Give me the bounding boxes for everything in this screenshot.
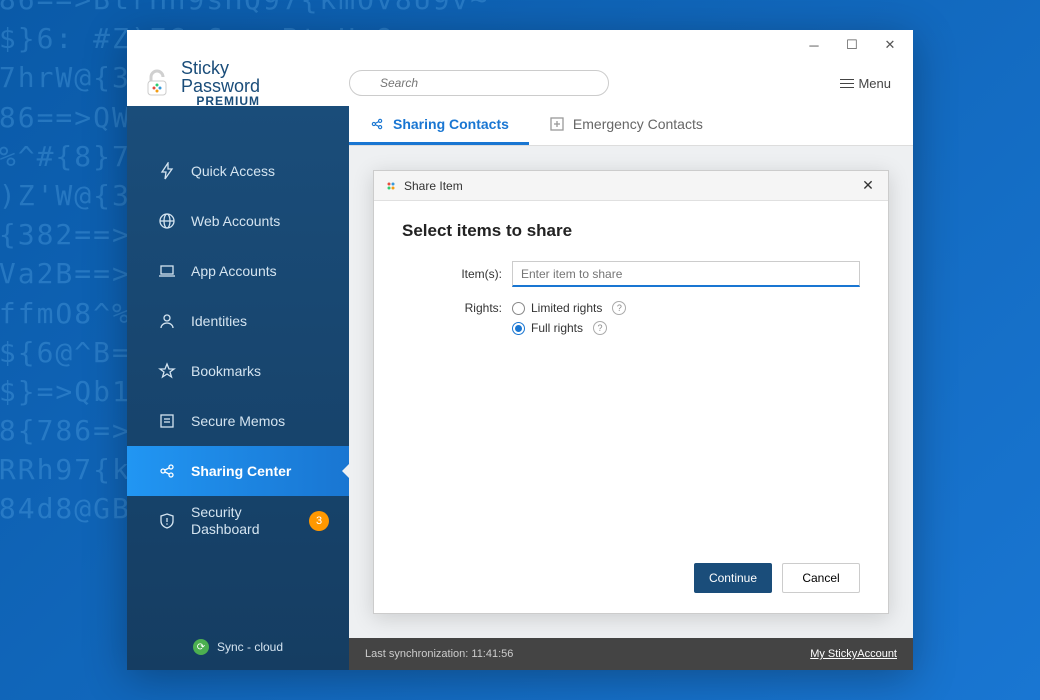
tab-label: Sharing Contacts: [393, 116, 509, 132]
share-icon: [157, 461, 177, 481]
help-icon[interactable]: ?: [593, 321, 607, 335]
tab-label: Emergency Contacts: [573, 116, 703, 132]
app-icon: [384, 179, 398, 193]
dialog-heading: Select items to share: [402, 221, 860, 241]
plus-box-icon: [549, 116, 565, 132]
lightning-icon: [157, 161, 177, 181]
logo-text-2: Password: [181, 77, 260, 95]
dialog-title-text: Share Item: [404, 179, 463, 193]
sidebar-item-security-dashboard[interactable]: Security Dashboard 3: [127, 496, 349, 546]
sidebar-item-identities[interactable]: Identities: [127, 296, 349, 346]
cancel-button[interactable]: Cancel: [782, 563, 860, 593]
sync-status[interactable]: ⟳ Sync - cloud: [127, 624, 349, 670]
items-input[interactable]: [512, 261, 860, 287]
radio-label: Full rights: [531, 321, 583, 335]
sync-label: Sync - cloud: [217, 640, 283, 654]
badge: 3: [309, 511, 329, 531]
maximize-button[interactable]: ☐: [837, 35, 867, 55]
close-button[interactable]: ✕: [875, 35, 905, 55]
menu-button[interactable]: Menu: [834, 72, 897, 95]
sidebar-item-web-accounts[interactable]: Web Accounts: [127, 196, 349, 246]
tabs: Sharing Contacts Emergency Contacts: [349, 106, 913, 146]
radio-limited-rights[interactable]: Limited rights ?: [512, 301, 860, 315]
sidebar-item-label: Security: [191, 504, 260, 521]
share-icon: [369, 116, 385, 132]
sidebar: Quick Access Web Accounts App Accounts I…: [127, 106, 349, 670]
share-item-dialog: Share Item ✕ Select items to share Item(…: [373, 170, 889, 614]
laptop-icon: [157, 261, 177, 281]
star-icon: [157, 361, 177, 381]
person-icon: [157, 311, 177, 331]
sidebar-item-label: Bookmarks: [191, 363, 261, 379]
globe-icon: [157, 211, 177, 231]
tab-emergency-contacts[interactable]: Emergency Contacts: [529, 106, 723, 145]
radio-label: Limited rights: [531, 301, 602, 315]
dialog-close-button[interactable]: ✕: [858, 176, 878, 196]
items-label: Item(s):: [402, 267, 512, 281]
note-icon: [157, 411, 177, 431]
sidebar-item-label: App Accounts: [191, 263, 277, 279]
dialog-titlebar: Share Item ✕: [374, 171, 888, 201]
tab-sharing-contacts[interactable]: Sharing Contacts: [349, 106, 529, 145]
sidebar-item-sharing-center[interactable]: Sharing Center: [127, 446, 349, 496]
sidebar-item-quick-access[interactable]: Quick Access: [127, 146, 349, 196]
sidebar-item-label: Quick Access: [191, 163, 275, 179]
sidebar-item-app-accounts[interactable]: App Accounts: [127, 246, 349, 296]
sidebar-item-label: Sharing Center: [191, 463, 291, 479]
help-icon[interactable]: ?: [612, 301, 626, 315]
header: Sticky Password PREMIUM Menu: [127, 60, 913, 106]
last-sync-text: Last synchronization: 11:41:56: [365, 648, 513, 660]
logo-text-1: Sticky: [181, 59, 260, 77]
continue-button[interactable]: Continue: [694, 563, 772, 593]
radio-icon: [512, 302, 525, 315]
rights-label: Rights:: [402, 301, 512, 315]
sync-icon: ⟳: [193, 639, 209, 655]
sidebar-item-bookmarks[interactable]: Bookmarks: [127, 346, 349, 396]
titlebar: ─ ☐ ✕: [127, 30, 913, 60]
lock-icon: [141, 67, 173, 99]
search-input[interactable]: [349, 70, 609, 96]
radio-full-rights[interactable]: Full rights ?: [512, 321, 860, 335]
minimize-button[interactable]: ─: [799, 35, 829, 55]
app-window: ─ ☐ ✕ Sticky Password PREMIUM: [127, 30, 913, 670]
sidebar-item-label: Dashboard: [191, 521, 260, 538]
menu-label: Menu: [858, 76, 891, 91]
sidebar-item-label: Identities: [191, 313, 247, 329]
sidebar-item-secure-memos[interactable]: Secure Memos: [127, 396, 349, 446]
statusbar: Last synchronization: 11:41:56 My Sticky…: [349, 638, 913, 670]
my-account-link[interactable]: My StickyAccount: [810, 648, 897, 660]
radio-icon: [512, 322, 525, 335]
logo: Sticky Password PREMIUM: [127, 59, 349, 107]
main-area: Sharing Contacts Emergency Contacts Shar…: [349, 106, 913, 670]
sidebar-item-label: Web Accounts: [191, 213, 280, 229]
shield-icon: [157, 511, 177, 531]
sidebar-item-label: Secure Memos: [191, 413, 285, 429]
hamburger-icon: [840, 76, 854, 91]
